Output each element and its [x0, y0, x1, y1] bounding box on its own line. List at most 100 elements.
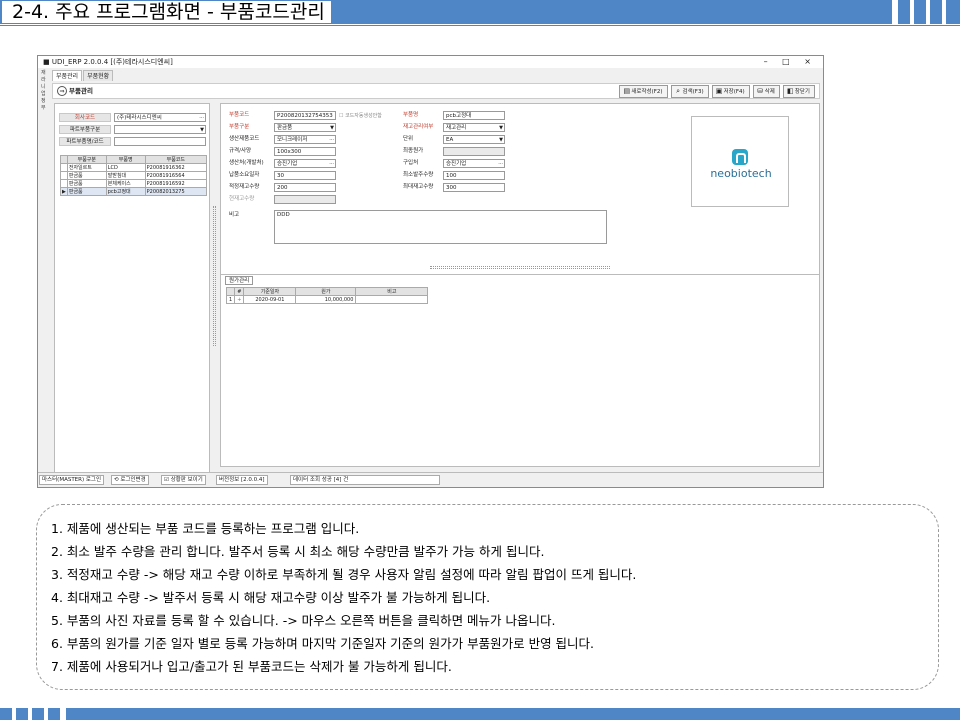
search-button[interactable]: ⌕ 검색(F3): [670, 85, 709, 98]
part-list-table: 부품구분 부품명 부품코드 전자일르트 LCD P20081916362 판금품: [60, 155, 208, 196]
side-menu-strip[interactable]: 재 라 니 업 정 부: [41, 70, 49, 116]
window-controls[interactable]: – □ ×: [764, 56, 817, 68]
add-row-icon[interactable]: +: [234, 295, 245, 304]
login-change-label: 로그인변경: [120, 477, 146, 483]
window-title: ■ UDI_ERP 2.0.0.4 [(주)테라시스디엔씨]: [38, 56, 823, 68]
stock-mgmt-value: 재고관리: [446, 125, 467, 131]
always-show-checkbox[interactable]: ☑ 상황판 보이기: [161, 475, 206, 485]
part-name-field[interactable]: pcb고정대: [443, 111, 505, 120]
final-price-field: [443, 147, 505, 156]
search-icon: ⌕: [676, 87, 680, 95]
chevron-down-icon: ▼: [499, 125, 503, 131]
cell-type: 판금품: [66, 179, 107, 188]
save-button[interactable]: ▣저장(F4): [711, 85, 750, 98]
cell-price[interactable]: 10,000,000: [295, 295, 357, 304]
table-row[interactable]: 1 + 2020-09-01 10,000,000: [225, 295, 429, 304]
producer-field[interactable]: 승진기업 ···: [274, 159, 336, 168]
chevron-down-icon: ▼: [499, 137, 503, 143]
more-icon[interactable]: ···: [329, 160, 334, 167]
slide-title: 2-4. 주요 프로그램화면 - 부품코드관리: [2, 1, 331, 23]
close-window-button[interactable]: ◧창닫기: [782, 85, 815, 98]
table-row-selected[interactable]: ▶ 판금품 pcb고정대 P20082013275: [60, 187, 208, 196]
save-button-label: 저장(F4): [723, 89, 745, 95]
login-change-button[interactable]: ⟲ 로그인변경: [111, 475, 149, 485]
chevron-down-icon: ▼: [200, 127, 204, 133]
part-type-label: 부품구분: [229, 124, 250, 130]
part-photo[interactable]: neobiotech: [691, 116, 789, 207]
slide-footer: [0, 708, 960, 720]
close-window-icon: ◧: [787, 87, 794, 95]
supplier-label: 구입처: [403, 160, 419, 166]
cell-note[interactable]: [355, 295, 429, 304]
delete-button[interactable]: ⛁ 삭제: [752, 85, 780, 98]
delete-button-label: 삭제: [764, 89, 775, 95]
supplier-field[interactable]: 승진기업 ···: [443, 159, 505, 168]
cell-date[interactable]: 2020-09-01: [243, 295, 297, 304]
producer-value: 승진기업: [277, 161, 298, 167]
company-code-field[interactable]: (주)테라시스디엔씨 ···: [114, 113, 206, 122]
search-panel: 회사코드 (주)테라시스디엔씨 ··· 파트부품구분 ▼ 파트부품명/코드 부품구…: [54, 103, 210, 474]
row-number: 1: [225, 295, 236, 304]
final-price-label: 최종원가: [403, 148, 424, 154]
max-stock-field[interactable]: 300: [443, 183, 505, 192]
nav-arrow-icon[interactable]: ⇒: [57, 86, 67, 96]
cell-type: 판금품: [66, 187, 107, 196]
table-row[interactable]: 전자일르트 LCD P20081916362: [60, 163, 208, 172]
column-header[interactable]: 부품코드: [144, 155, 208, 164]
column-header[interactable]: 비고: [355, 287, 429, 296]
toolbar-buttons: ▤새로작성(F2) ⌕ 검색(F3) ▣저장(F4) ⛁ 삭제 ◧창닫기: [616, 85, 815, 98]
horizontal-splitter[interactable]: [430, 266, 610, 269]
auto-code-label: 코드자동생성안함: [345, 113, 382, 119]
user-status: 마스터(MASTER) 로그인: [39, 475, 105, 485]
auto-code-checkbox[interactable]: ☐ 코드자동생성안함: [339, 112, 382, 119]
safety-stock-field[interactable]: 200: [274, 183, 336, 192]
close-window-button-label: 창닫기: [794, 89, 810, 95]
list-item: 2. 최소 발주 수량을 관리 합니다. 발주서 등록 시 최소 해당 수량만큼…: [51, 544, 545, 559]
table-row[interactable]: 판금품 본체케이스 P20081916592: [60, 179, 208, 188]
search-button-label: 검색(F3): [682, 89, 704, 95]
spec-field[interactable]: 100x300: [274, 147, 336, 156]
table-row[interactable]: 판금품 발받침대 P20081916564: [60, 171, 208, 180]
price-table: # 기준일자 원가 비고 1 + 2020-09-01 10,000,000: [225, 287, 429, 304]
more-icon[interactable]: ···: [498, 160, 503, 167]
producer-label: 생산처(개발처): [229, 160, 264, 166]
part-type-select[interactable]: ▼: [114, 125, 206, 134]
tab-part-management[interactable]: 부품관리: [52, 70, 83, 81]
row-marker-header: [60, 155, 68, 164]
chevron-down-icon: ▼: [330, 125, 334, 131]
cell-name: 발받침대: [105, 171, 146, 180]
cell-code: P20081916564: [144, 171, 208, 180]
tab-price-management[interactable]: 원가관리: [225, 276, 254, 285]
column-header[interactable]: 원가: [295, 287, 357, 296]
vertical-splitter[interactable]: [213, 206, 216, 346]
header-square: [898, 0, 910, 24]
memo-label: 비고: [229, 212, 240, 218]
maker-code-field[interactable]: 모니크레이저 ···: [274, 135, 336, 144]
unit-select[interactable]: EA ▼: [443, 135, 505, 144]
tab-part-status[interactable]: 부품현황: [83, 70, 114, 81]
company-code-value: (주)테라시스디엔씨: [117, 115, 162, 121]
delete-icon: ⛁: [757, 87, 764, 95]
more-icon[interactable]: ···: [329, 136, 334, 143]
header-square: [930, 0, 942, 24]
version-info: 버전정보 [2.0.0.4]: [216, 475, 268, 485]
column-header[interactable]: 기준일자: [243, 287, 297, 296]
unit-label: 단위: [403, 136, 414, 142]
new-button[interactable]: ▤새로작성(F2): [619, 85, 668, 98]
stock-mgmt-select[interactable]: 재고관리 ▼: [443, 123, 505, 132]
lead-days-field[interactable]: 30: [274, 171, 336, 180]
list-item: 7. 제품에 사용되거나 입고/출고가 된 부품코드는 삭제가 불 가능하게 됩…: [51, 659, 452, 674]
part-name-input[interactable]: [114, 137, 206, 146]
part-type-label: 파트부품구분: [59, 125, 111, 134]
part-type-select[interactable]: 판금품 ▼: [274, 123, 336, 132]
current-stock-field: [274, 195, 336, 204]
footer-square: [16, 708, 28, 720]
min-order-field[interactable]: 100: [443, 171, 505, 180]
column-header[interactable]: 부품명: [105, 155, 146, 164]
memo-textarea[interactable]: DDD: [274, 210, 607, 244]
more-icon[interactable]: ···: [199, 114, 204, 121]
status-bar: 마스터(MASTER) 로그인 ⟲ 로그인변경 ☑ 상황판 보이기 버전정보 […: [38, 472, 823, 486]
column-header[interactable]: 부품구분: [66, 155, 107, 164]
list-item: 4. 최대재고 수량 -> 발주서 등록 시 해당 재고수량 이상 발주가 불 …: [51, 590, 491, 605]
part-code-field[interactable]: P200820132754353: [274, 111, 336, 120]
